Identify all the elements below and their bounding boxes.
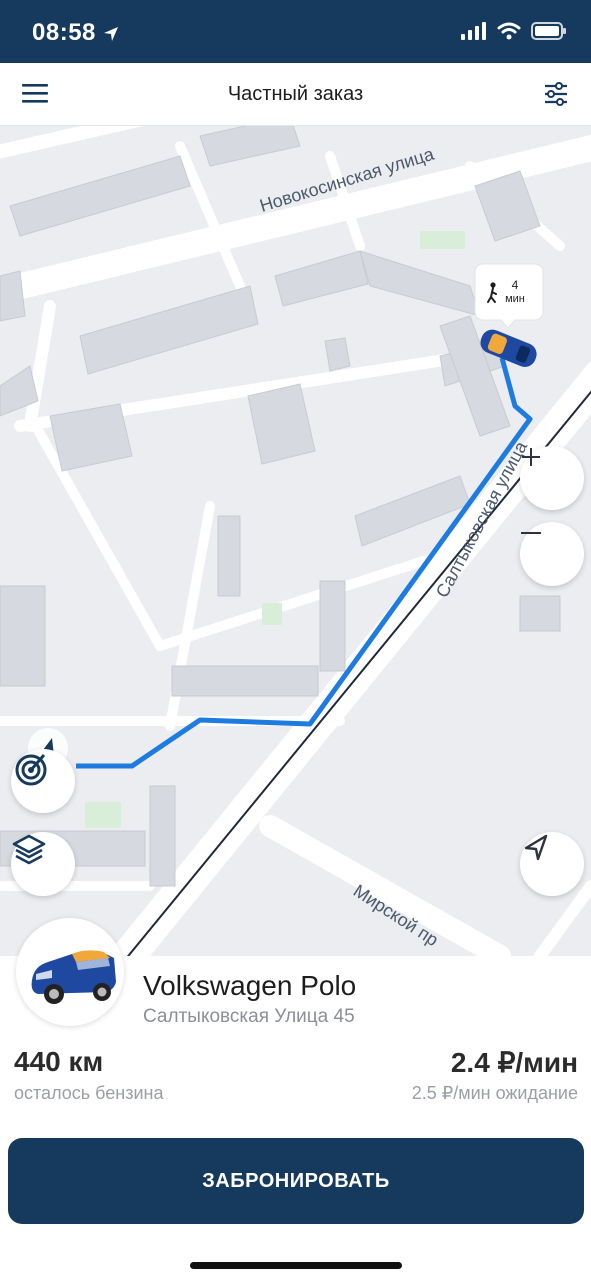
minus-icon [521,532,541,534]
navigation-arrow-icon [524,834,548,861]
walk-time-badge: 4 мин [474,263,544,329]
map-layers-button[interactable] [11,832,75,896]
page-title: Частный заказ [227,83,364,105]
walking-person-icon [490,282,496,288]
signal-icon [461,22,486,40]
battery-icon [531,22,566,40]
walk-unit: мин [505,293,525,305]
waiting-price: 2.5 ₽/мин ожидание [411,1083,578,1103]
road-mirskoy [259,815,511,956]
car-name: Volkswagen Polo [143,970,357,1001]
map-canvas[interactable]: Новокосинская улица Салтыковская улица М… [0,126,591,956]
zoom-out-button[interactable] [520,522,584,586]
fuel-range: 440 км [14,1046,104,1077]
car-illustration [31,950,117,1004]
map[interactable]: Новокосинская улица Салтыковская улица М… [0,126,591,956]
status-bar: 08:58 [0,0,591,63]
plus-icon [522,448,540,466]
car-address: Салтыковская Улица 45 [143,1006,355,1027]
zoom-in-button[interactable] [520,446,584,510]
radar-icon [15,754,47,786]
price-per-minute: 2.4 ₽/мин [450,1047,578,1078]
car-photo [16,918,124,1026]
wifi-icon [497,22,521,40]
layers-icon [12,834,46,865]
sliders-icon [545,82,567,106]
my-location-button[interactable] [520,832,584,896]
location-arrow-icon [104,27,118,41]
app-header: Частный заказ [0,63,591,126]
home-indicator [190,1262,402,1269]
radar-button[interactable] [11,749,75,813]
status-icons [461,22,567,40]
walk-minutes: 4 [512,278,519,292]
street-label-saltykovskaya: Салтыковская улица [432,437,532,601]
status-time: 08:58 [32,19,96,46]
fuel-range-label: осталось бензина [14,1083,164,1103]
book-button[interactable]: ЗАБРОНИРОВАТЬ [8,1138,584,1224]
filter-button[interactable] [543,81,569,107]
